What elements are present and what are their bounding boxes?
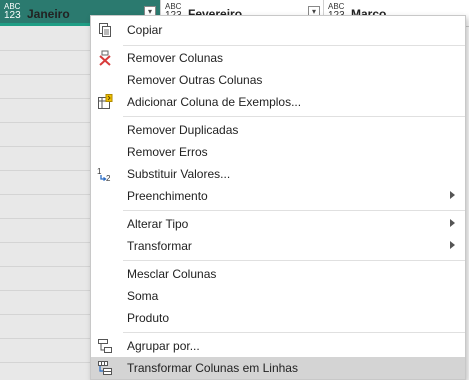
menu-item-label: Agrupar por... [127,339,200,353]
menu-item-change-type[interactable]: Alterar Tipo [91,213,465,235]
menu-item-label: Alterar Tipo [127,217,189,231]
unpivot-icon [98,361,112,375]
submenu-arrow-icon [450,219,455,227]
menu-item-label: Remover Erros [127,145,208,159]
menu-item-unpivot-columns[interactable]: Transformar Colunas em Linhas [91,357,465,379]
submenu-arrow-icon [450,191,455,199]
column-name: Janeiro [27,7,70,21]
menu-item-label: Preenchimento [127,189,208,203]
menu-item-add-column-examples[interactable]: Adicionar Coluna de Exemplos... [91,91,465,113]
menu-item-replace-values[interactable]: 1 2 Substituir Valores... [91,163,465,185]
menu-item-merge-columns[interactable]: Mesclar Colunas [91,263,465,285]
svg-text:2: 2 [106,174,111,182]
menu-item-product[interactable]: Produto [91,307,465,329]
menu-item-label: Remover Colunas [127,51,224,65]
menu-item-label: Remover Outras Colunas [127,73,263,87]
type-123-label: 123 [4,10,21,21]
group-by-icon [98,339,112,353]
menu-separator [123,332,465,333]
column-type-icon[interactable]: ABC 123 [4,3,21,21]
menu-separator [123,210,465,211]
menu-item-remove-errors[interactable]: Remover Erros [91,141,465,163]
menu-item-label: Substituir Valores... [127,167,231,181]
menu-item-remove-columns[interactable]: Remover Colunas [91,47,465,69]
menu-item-label: Remover Duplicadas [127,123,239,137]
menu-item-label: Mesclar Colunas [127,267,217,281]
menu-item-label: Transformar [127,239,192,253]
menu-item-copy[interactable]: Copiar [91,19,465,41]
remove-columns-icon [99,50,111,66]
menu-item-remove-duplicates[interactable]: Remover Duplicadas [91,119,465,141]
replace-values-icon: 1 2 [97,167,111,182]
menu-item-label: Copiar [127,23,163,37]
menu-item-remove-other-columns[interactable]: Remover Outras Colunas [91,69,465,91]
menu-item-label: Adicionar Coluna de Exemplos... [127,95,302,109]
menu-item-label: Produto [127,311,170,325]
menu-item-fill[interactable]: Preenchimento [91,185,465,207]
submenu-arrow-icon [450,241,455,249]
menu-item-sum[interactable]: Soma [91,285,465,307]
menu-item-group-by[interactable]: Agrupar por... [91,335,465,357]
menu-separator [123,116,465,117]
copy-icon [99,23,111,37]
menu-item-label: Transformar Colunas em Linhas [127,361,298,375]
menu-separator [123,45,465,46]
menu-separator [123,260,465,261]
menu-item-transform[interactable]: Transformar [91,235,465,257]
menu-item-label: Soma [127,289,159,303]
add-column-examples-icon [98,94,113,109]
svg-text:1: 1 [97,167,102,176]
column-context-menu: Copiar Remover Colunas Remover Outras Co… [90,15,466,380]
